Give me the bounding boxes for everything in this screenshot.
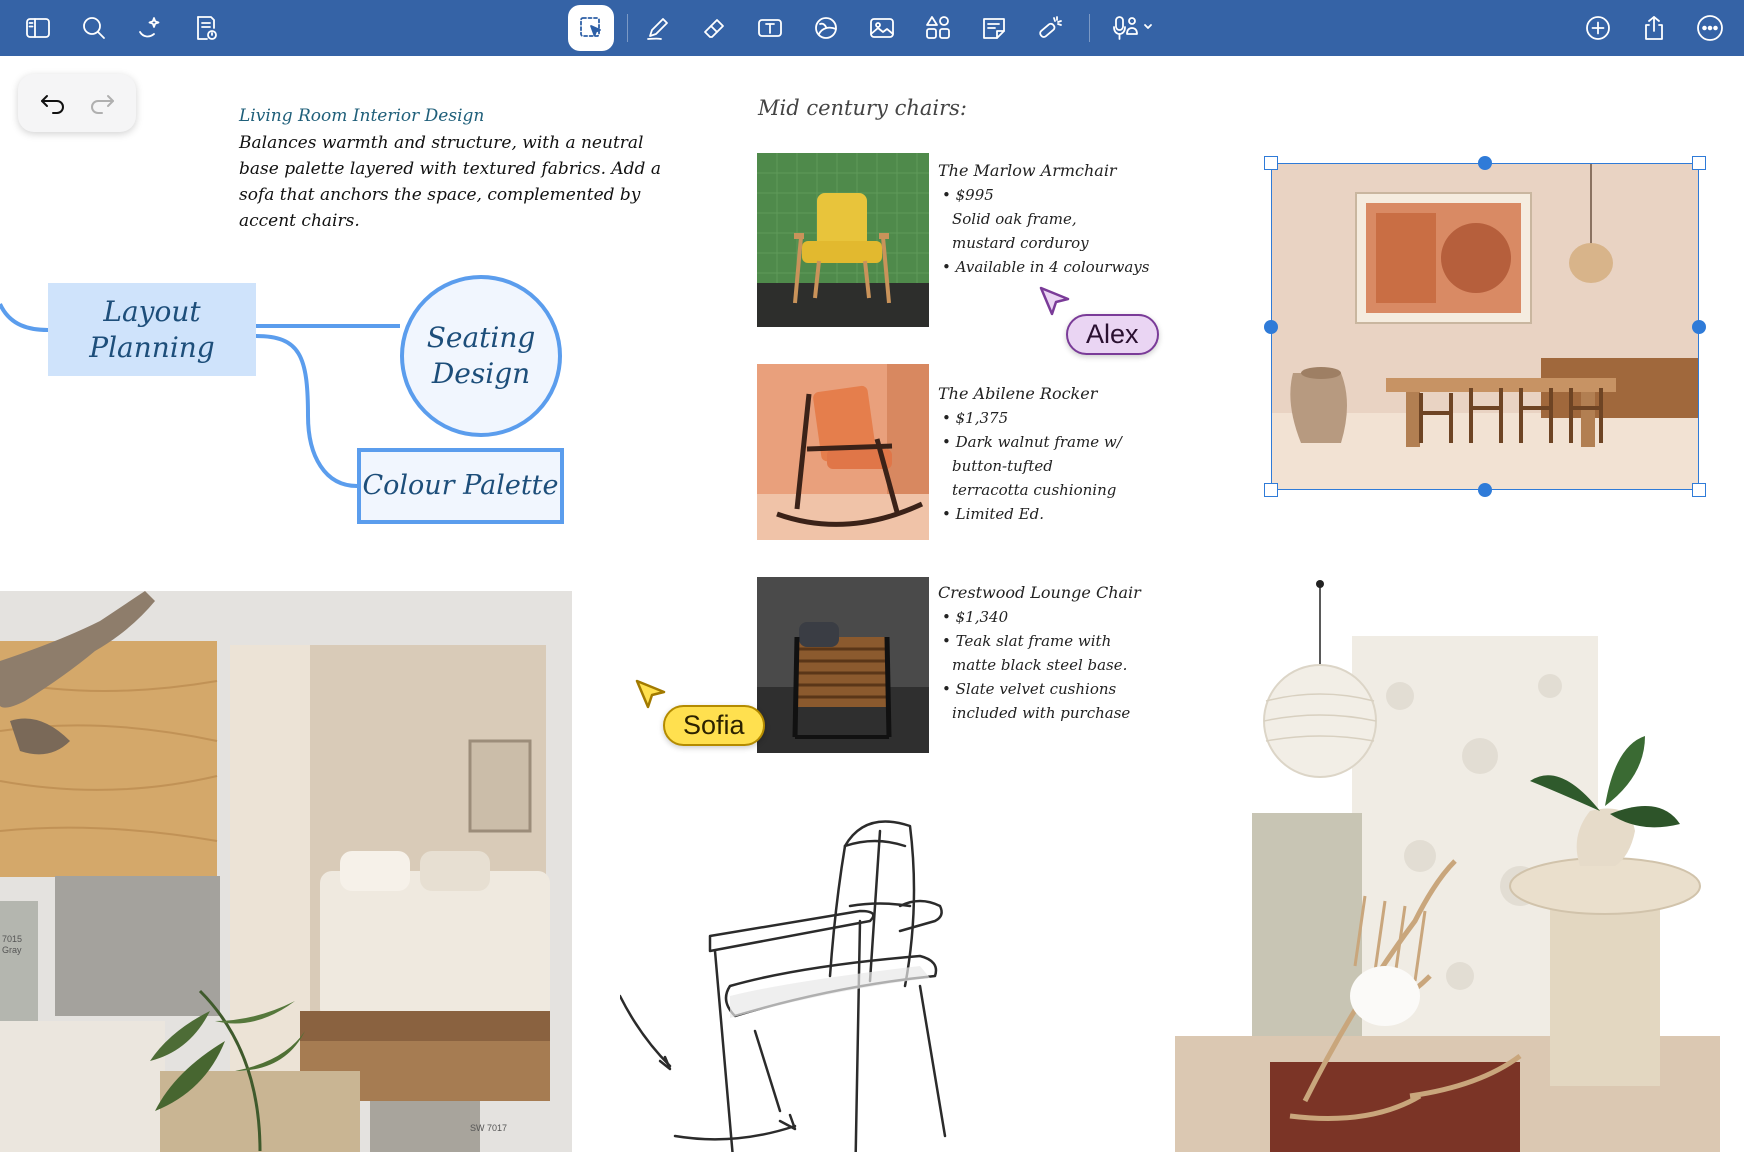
more-button[interactable] [1690, 8, 1730, 48]
add-page-button[interactable] [1578, 8, 1618, 48]
audio-record-tool[interactable] [1102, 8, 1166, 48]
toolbar-divider [1089, 14, 1090, 42]
eraser-tool[interactable] [694, 8, 734, 48]
eraser-icon [704, 19, 724, 38]
pen-icon [647, 18, 668, 40]
chair-extra: • Limited Ed. [942, 505, 1044, 523]
svg-text:7015: 7015 [2, 934, 22, 944]
alex-cursor-icon [1039, 286, 1070, 316]
resize-handle-top[interactable] [1478, 156, 1492, 170]
moodboard-collage-right[interactable] [1160, 556, 1720, 1152]
text-tool[interactable] [750, 8, 790, 48]
sidebar-toggle-button[interactable] [18, 8, 58, 48]
chair-detail-text: Teak slat frame with [955, 632, 1112, 650]
chair-photo-crestwood[interactable] [757, 577, 929, 753]
chair-price: • $995 [942, 186, 994, 204]
chair-extra: included with purchase [952, 704, 1131, 722]
elements-icon [926, 16, 950, 39]
sidebar-icon [26, 18, 50, 38]
chair-name: The Abilene Rocker [938, 384, 1098, 403]
chair-detail-text: Dark walnut frame w/ [955, 433, 1122, 451]
sticky-note-icon [983, 18, 1005, 39]
image-icon [870, 18, 894, 38]
chair-extra-text: Slate velvet cushions [955, 680, 1117, 698]
chair-detail: • Teak slat frame with [942, 632, 1112, 650]
svg-text:SW 7017: SW 7017 [470, 1123, 507, 1133]
image-tool[interactable] [862, 8, 902, 48]
chair-photo-abilene[interactable] [757, 364, 929, 540]
share-icon [1645, 16, 1663, 40]
chair-price: • $1,340 [942, 608, 1009, 626]
resize-handle-bottom-left[interactable] [1264, 483, 1278, 497]
svg-text:Gray: Gray [2, 945, 22, 955]
laser-pointer-tool[interactable] [1030, 8, 1070, 48]
chair-photo-marlow[interactable] [757, 153, 929, 327]
sticky-note-tool[interactable] [974, 8, 1014, 48]
resize-handle-top-left[interactable] [1264, 156, 1278, 170]
chair-detail: terracotta cushioning [952, 481, 1117, 499]
microphone-icon [1113, 16, 1152, 40]
chair-info-crestwood: Crestwood Lounge Chair • $1,340 • Teak s… [938, 581, 1141, 725]
resize-handle-left[interactable] [1264, 320, 1278, 334]
search-icon [83, 17, 105, 39]
sofia-cursor-icon [635, 679, 666, 709]
collaborator-label-sofia: Sofia [663, 705, 765, 746]
chair-extra: • Slate velvet cushions [942, 680, 1117, 698]
ai-assist-button[interactable] [130, 8, 170, 48]
chair-price: • $1,375 [942, 409, 1009, 427]
lasso-select-tool[interactable] [568, 5, 614, 51]
chairs-heading: Mid century chairs: [758, 96, 968, 120]
collaborator-label-alex: Alex [1066, 314, 1159, 355]
more-icon [1697, 15, 1723, 41]
chair-price-value: $995 [955, 186, 994, 204]
document-icon [197, 16, 217, 40]
pen-tool[interactable] [638, 8, 678, 48]
chair-extra-text: Available in 4 colourways [955, 258, 1150, 276]
resize-handle-bottom[interactable] [1478, 483, 1492, 497]
lasso-select-icon [580, 17, 601, 37]
chair-detail: mustard corduroy [952, 234, 1089, 252]
chair-extra-text: Limited Ed. [955, 505, 1044, 523]
chair-extra: • Available in 4 colourways [942, 258, 1150, 276]
page-notes-button[interactable] [186, 8, 226, 48]
toolbar-divider [627, 14, 628, 42]
chair-info-marlow: The Marlow Armchair • $995 Solid oak fra… [938, 159, 1149, 279]
chair-price-value: $1,375 [955, 409, 1009, 427]
resize-handle-right[interactable] [1692, 320, 1706, 334]
share-button[interactable] [1634, 8, 1674, 48]
search-button[interactable] [74, 8, 114, 48]
chair-price-value: $1,340 [955, 608, 1009, 626]
mindmap-node-layout[interactable]: Layout Planning [48, 283, 256, 376]
chair-detail: button-tufted [952, 457, 1053, 475]
elements-tool[interactable] [918, 8, 958, 48]
chair-name: The Marlow Armchair [938, 161, 1117, 180]
text-box-icon [758, 19, 782, 37]
chair-detail: Solid oak frame, [952, 210, 1077, 228]
chair-detail: matte black steel base. [952, 656, 1128, 674]
sparkle-icon [139, 17, 160, 38]
laser-pointer-icon [1039, 16, 1062, 38]
mindmap-node-colour[interactable]: Colour Palette [357, 448, 564, 524]
chair-info-abilene: The Abilene Rocker • $1,375 • Dark walnu… [938, 382, 1122, 526]
chair-sketch-drawing[interactable] [620, 786, 980, 1152]
shapes-icon [815, 17, 837, 39]
mindmap-node-seating[interactable]: Seating Design [400, 275, 562, 437]
chair-name: Crestwood Lounge Chair [938, 583, 1141, 602]
shapes-tool[interactable] [806, 8, 846, 48]
plus-circle-icon [1586, 16, 1610, 40]
resize-handle-top-right[interactable] [1692, 156, 1706, 170]
moodboard-collage-left[interactable]: 7015 Gray SW 7017 [0, 591, 572, 1152]
resize-handle-bottom-right[interactable] [1692, 483, 1706, 497]
top-toolbar [0, 0, 1744, 56]
chair-detail: • Dark walnut frame w/ [942, 433, 1122, 451]
selected-dining-room-image[interactable] [1271, 163, 1699, 490]
notebook-canvas[interactable]: Living Room Interior Design Balances war… [0, 56, 1744, 1152]
